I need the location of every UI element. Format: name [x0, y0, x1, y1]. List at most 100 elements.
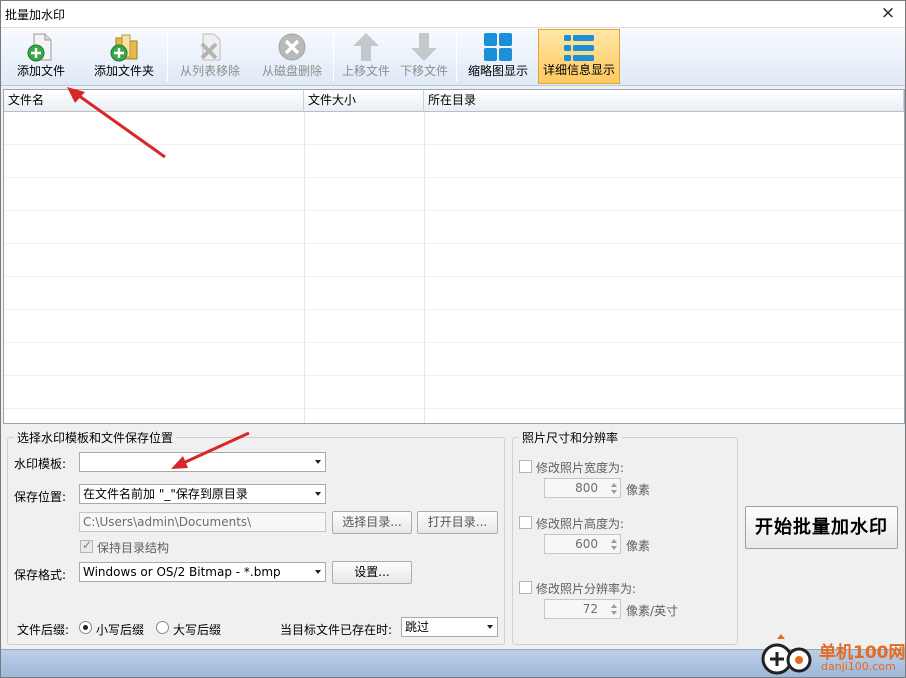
table-row	[4, 178, 904, 211]
photo-group-title: 照片尺寸和分辨率	[519, 429, 622, 446]
delete-from-disk-icon	[278, 33, 306, 61]
table-row	[4, 277, 904, 310]
remove-from-list-label: 从列表移除	[179, 64, 240, 78]
modify-resolution-label: 修改照片分辨率为:	[536, 582, 637, 596]
save-format-label: 保存格式:	[14, 568, 67, 582]
column-divider	[424, 112, 425, 423]
save-format-value: Windows or OS/2 Bitmap - *.bmp	[83, 565, 281, 579]
site-watermark: 单机100网 danji100.com	[759, 633, 906, 678]
toolbar-separator	[167, 32, 168, 82]
suffix-upper-radio[interactable]	[156, 621, 169, 634]
table-row	[4, 211, 904, 244]
chevron-down-icon	[487, 625, 493, 629]
suffix-lower-label: 小写后缀	[96, 623, 145, 637]
toolbar-separator	[333, 32, 334, 82]
detail-list-icon	[564, 35, 594, 61]
resolution-unit: 像素/英寸	[626, 604, 679, 618]
thumbnail-grid-icon	[484, 33, 512, 61]
toolbar-separator	[456, 32, 457, 82]
exists-label: 当目标文件已存在时:	[280, 623, 393, 637]
move-down-label: 下移文件	[399, 64, 448, 78]
app-window: 批量加水印 × 添加文件 添加文件夹 从列表移除 从磁盘删除 上移文件 下移文件…	[0, 0, 906, 678]
toolbar: 添加文件 添加文件夹 从列表移除 从磁盘删除 上移文件 下移文件 缩略图显示 详…	[1, 28, 905, 86]
keep-structure-label: 保持目录结构	[97, 541, 170, 555]
window-title: 批量加水印	[5, 8, 66, 22]
start-watermark-button[interactable]: 开始批量加水印	[745, 506, 898, 549]
modify-resolution-checkbox[interactable]	[519, 581, 532, 594]
detail-view-button[interactable]: 详细信息显示	[538, 29, 620, 84]
spinner-down-icon[interactable]	[611, 490, 617, 494]
arrow-down-icon	[411, 33, 437, 61]
resolution-spinner[interactable]: 72	[544, 599, 621, 619]
template-label: 水印模板:	[14, 457, 67, 471]
thumbnail-view-label: 缩略图显示	[467, 64, 528, 78]
column-header-filesize[interactable]: 文件大小	[304, 90, 424, 112]
add-file-label: 添加文件	[16, 64, 65, 78]
template-select[interactable]	[79, 452, 326, 472]
spinner-up-icon[interactable]	[611, 483, 617, 487]
modify-width-label: 修改照片宽度为:	[536, 461, 625, 475]
spinner-up-icon[interactable]	[611, 604, 617, 608]
save-location-select[interactable]: 在文件名前加 "_"保存到原目录	[79, 484, 326, 504]
suffix-lower-radio[interactable]	[79, 621, 92, 634]
watermark-site-url: danji100.com	[821, 660, 896, 673]
add-folder-icon	[110, 34, 138, 62]
move-up-button[interactable]: 上移文件	[337, 29, 395, 84]
width-value: 800	[575, 481, 598, 495]
suffix-upper-label: 大写后缀	[173, 623, 222, 637]
width-spinner[interactable]: 800	[544, 478, 621, 498]
add-folder-button[interactable]: 添加文件夹	[87, 29, 161, 84]
table-row	[4, 244, 904, 277]
open-directory-button[interactable]: 打开目录...	[417, 511, 498, 534]
delete-from-disk-button[interactable]: 从磁盘删除	[253, 29, 331, 84]
keep-structure-checkbox[interactable]	[80, 538, 93, 553]
suffix-label: 文件后缀:	[17, 623, 70, 637]
modify-height-label: 修改照片高度为:	[536, 517, 625, 531]
arrow-up-icon	[353, 33, 379, 61]
close-icon[interactable]: ×	[879, 4, 897, 22]
column-divider	[304, 112, 305, 423]
move-up-label: 上移文件	[341, 64, 390, 78]
resolution-value: 72	[582, 602, 598, 616]
exists-action-value: 跳过	[405, 620, 430, 634]
table-row	[4, 112, 904, 145]
remove-from-list-button[interactable]: 从列表移除	[171, 29, 249, 84]
modify-width-checkbox[interactable]	[519, 460, 532, 473]
add-file-icon	[27, 33, 52, 62]
save-format-select[interactable]: Windows or OS/2 Bitmap - *.bmp	[79, 562, 326, 582]
spinner-down-icon[interactable]	[611, 546, 617, 550]
move-down-button[interactable]: 下移文件	[395, 29, 453, 84]
modify-height-checkbox[interactable]	[519, 516, 532, 529]
table-row	[4, 343, 904, 376]
thumbnail-view-button[interactable]: 缩略图显示	[461, 29, 535, 84]
width-unit: 像素	[626, 483, 651, 497]
spinner-down-icon[interactable]	[611, 611, 617, 615]
delete-from-disk-label: 从磁盘删除	[261, 64, 322, 78]
spinner-up-icon[interactable]	[611, 539, 617, 543]
file-list-table[interactable]: 文件名 文件大小 所在目录	[3, 89, 905, 424]
chevron-down-icon	[315, 492, 321, 496]
add-file-button[interactable]: 添加文件	[5, 29, 77, 84]
height-spinner[interactable]: 600	[544, 534, 621, 554]
chevron-down-icon	[315, 570, 321, 574]
save-location-value: 在文件名前加 "_"保存到原目录	[83, 487, 248, 501]
format-settings-button[interactable]: 设置...	[332, 561, 412, 584]
choose-directory-button[interactable]: 选择目录...	[332, 511, 412, 534]
detail-view-label: 详细信息显示	[542, 63, 615, 77]
save-location-label: 保存位置:	[14, 490, 67, 504]
height-unit: 像素	[626, 539, 651, 553]
remove-from-list-icon	[200, 33, 221, 61]
column-header-filename[interactable]: 文件名	[4, 90, 304, 112]
table-row	[4, 145, 904, 178]
chevron-down-icon	[315, 460, 321, 464]
exists-action-select[interactable]: 跳过	[401, 617, 498, 637]
table-row	[4, 310, 904, 343]
settings-group-title: 选择水印模板和文件保存位置	[14, 429, 177, 446]
table-row	[4, 376, 904, 409]
save-path-field[interactable]: C:\Users\admin\Documents\	[79, 512, 326, 532]
title-bar: 批量加水印 ×	[1, 1, 905, 28]
column-header-directory[interactable]: 所在目录	[424, 90, 904, 112]
watermark-logo-icon	[761, 634, 812, 675]
height-value: 600	[575, 537, 598, 551]
add-folder-label: 添加文件夹	[93, 64, 154, 78]
